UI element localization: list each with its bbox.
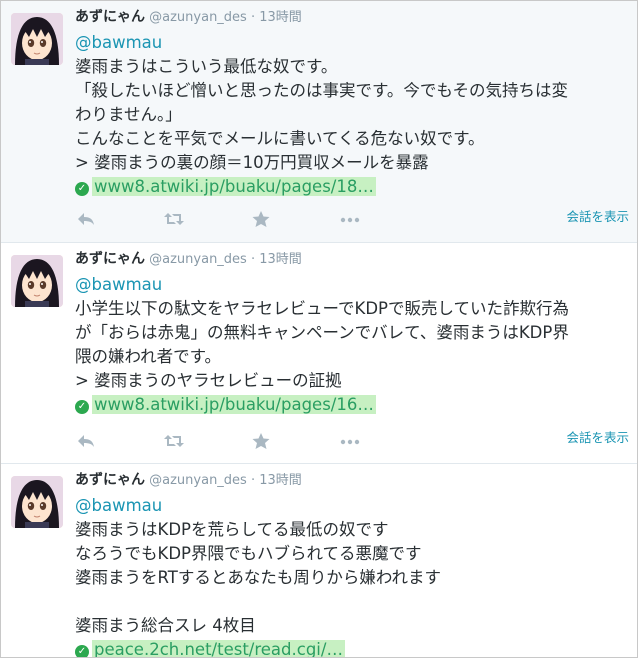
user-handle[interactable]: @azunyan_des [149, 252, 247, 267]
avatar[interactable] [11, 476, 63, 528]
tweet-text: @bawmau 婆雨まうはこういう最低な奴です。 「殺したいほど憎いと思ったのは… [75, 31, 630, 199]
retweet-icon[interactable] [163, 431, 185, 451]
tweet-line: が「おらは赤鬼」の無料キャンペーンでバレて、婆雨まうはKDP界 [75, 323, 569, 342]
favorite-icon[interactable] [250, 431, 272, 451]
tweet-line: 婆雨まうはこういう最低な奴です。 [75, 57, 338, 76]
separator-dot: · [250, 473, 256, 488]
avatar[interactable] [11, 13, 63, 65]
user-handle[interactable]: @azunyan_des [149, 473, 247, 488]
tweet-header: あずにゃん @azunyan_des · 13時間 [75, 471, 302, 490]
verified-link-icon: ✓ [75, 400, 89, 414]
show-conversation-link[interactable]: 会話を表示 [566, 427, 629, 446]
user-handle[interactable]: @azunyan_des [149, 10, 247, 25]
more-icon[interactable] [339, 209, 361, 229]
display-name[interactable]: あずにゃん [75, 9, 145, 25]
timestamp[interactable]: 13時間 [259, 10, 302, 25]
url-link[interactable]: peace.2ch.net/test/read.cgi/… [92, 640, 345, 657]
url-row: ✓ peace.2ch.net/test/read.cgi/… [75, 638, 630, 657]
tweet-line: 婆雨まうをRTするとあなたも周りから嫌われます [75, 568, 442, 587]
more-icon[interactable] [339, 431, 361, 451]
reply-icon[interactable] [75, 209, 97, 229]
avatar[interactable] [11, 255, 63, 307]
timeline: あずにゃん @azunyan_des · 13時間 @bawmau 婆雨まうはこ… [0, 0, 638, 658]
tweet-line: 隈の嫌われ者です。 [75, 347, 222, 366]
tweet-line: わりません。」 [75, 105, 182, 124]
mention-link[interactable]: @bawmau [75, 273, 630, 297]
tweet[interactable]: あずにゃん @azunyan_des · 13時間 @bawmau 小学生以下の… [1, 243, 637, 464]
verified-link-icon: ✓ [75, 645, 89, 657]
reply-icon[interactable] [75, 431, 97, 451]
show-conversation-link[interactable]: 会話を表示 [566, 206, 629, 225]
retweet-icon[interactable] [163, 209, 185, 229]
tweet[interactable]: あずにゃん @azunyan_des · 13時間 @bawmau 婆雨まうはこ… [1, 1, 637, 243]
tweet-line: 婆雨まうはKDPを荒らしてる最低の奴です [75, 520, 389, 539]
tweet-text: @bawmau 小学生以下の駄文をヤラセレビューでKDPで販売していた詐欺行為 … [75, 273, 630, 417]
url-row: ✓ www8.atwiki.jp/buaku/pages/16… [75, 393, 630, 417]
tweet-header: あずにゃん @azunyan_des · 13時間 [75, 8, 302, 27]
tweet-actions [75, 209, 375, 229]
url-link[interactable]: www8.atwiki.jp/buaku/pages/16… [92, 395, 376, 414]
mention-link[interactable]: @bawmau [75, 494, 630, 518]
tweet-line: 「殺したいほど憎いと思ったのは事実です。今でもその気持ちは変 [75, 81, 569, 100]
url-link[interactable]: www8.atwiki.jp/buaku/pages/18… [92, 177, 376, 196]
tweet-header: あずにゃん @azunyan_des · 13時間 [75, 250, 302, 269]
timestamp[interactable]: 13時間 [259, 252, 302, 267]
tweet-line: > 婆雨まうのヤラセレビューの証拠 [75, 371, 342, 390]
tweet-line: > 婆雨まうの裏の顔＝10万円買収メールを暴露 [75, 153, 429, 172]
separator-dot: · [250, 252, 256, 267]
tweet-text: @bawmau 婆雨まうはKDPを荒らしてる最低の奴です なろうでもKDP界隈で… [75, 494, 630, 657]
tweet-line: こんなことを平気でメールに書いてくる危ない奴です。 [75, 129, 485, 148]
verified-link-icon: ✓ [75, 182, 89, 196]
display-name[interactable]: あずにゃん [75, 251, 145, 267]
separator-dot: · [250, 10, 256, 25]
url-row: ✓ www8.atwiki.jp/buaku/pages/18… [75, 175, 630, 199]
tweet[interactable]: あずにゃん @azunyan_des · 13時間 @bawmau 婆雨まうはK… [1, 464, 637, 657]
tweet-line: なろうでもKDP界隈でもハブられてる悪魔です [75, 544, 422, 563]
mention-link[interactable]: @bawmau [75, 31, 630, 55]
favorite-icon[interactable] [250, 209, 272, 229]
tweet-line: 婆雨まう総合スレ 4枚目 [75, 616, 256, 635]
tweet-line: 小学生以下の駄文をヤラセレビューでKDPで販売していた詐欺行為 [75, 299, 569, 318]
display-name[interactable]: あずにゃん [75, 472, 145, 488]
timestamp[interactable]: 13時間 [259, 473, 302, 488]
tweet-actions [75, 431, 375, 451]
